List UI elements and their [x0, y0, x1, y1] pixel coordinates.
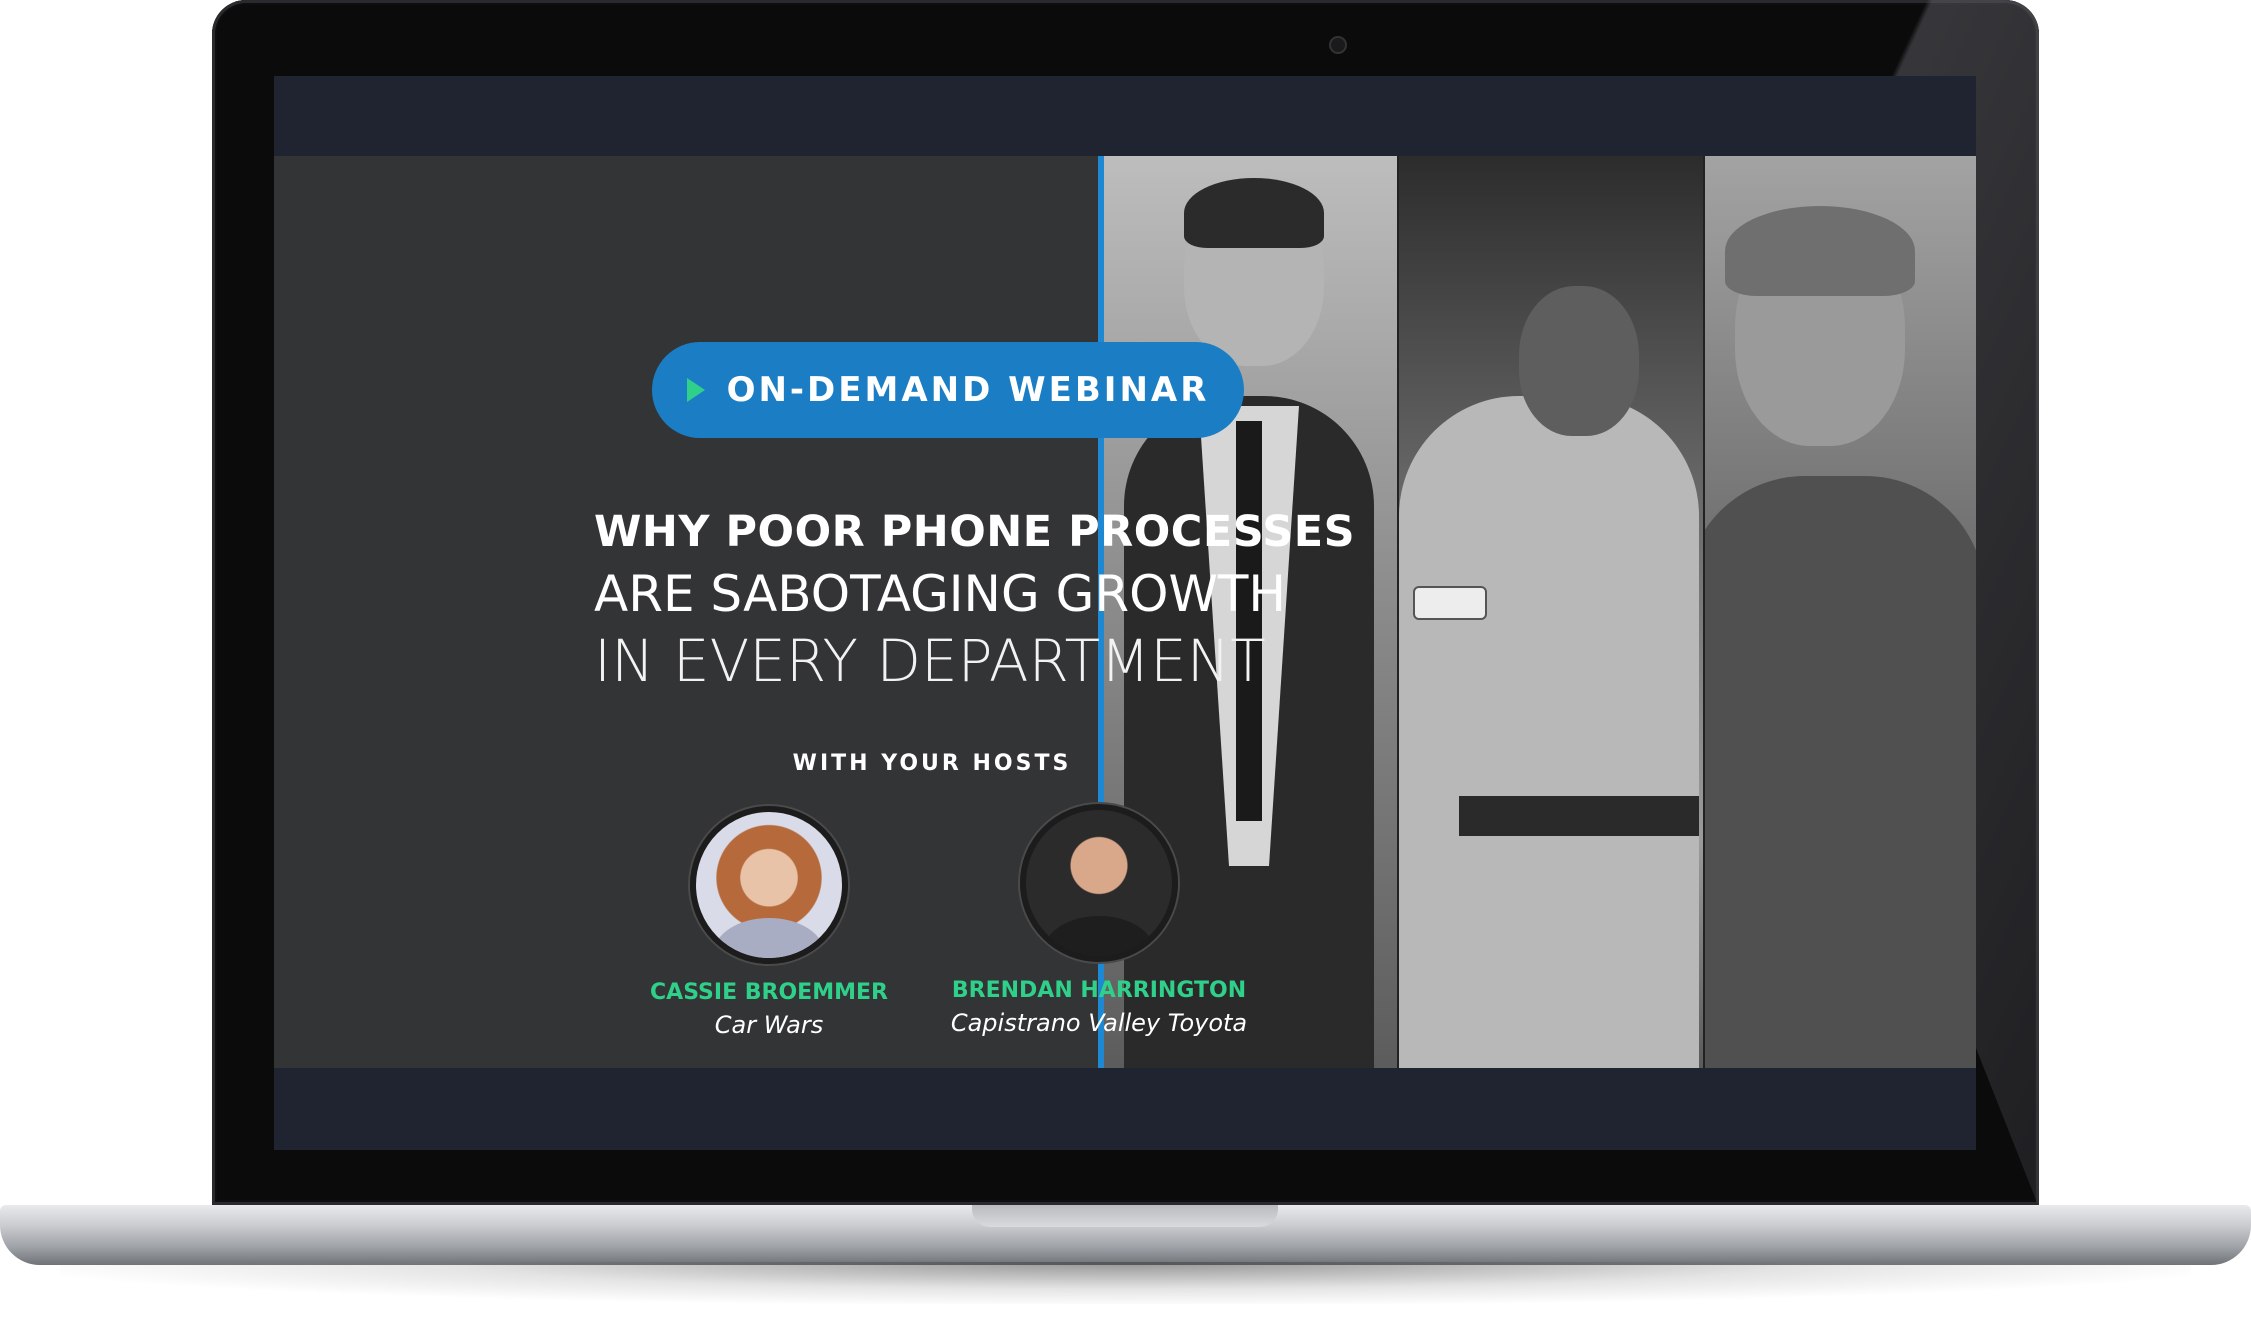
- badge-label: ON-DEMAND WEBINAR: [726, 370, 1210, 410]
- on-demand-badge[interactable]: ON-DEMAND WEBINAR: [652, 342, 1244, 438]
- host-name: CASSIE BROEMMER: [650, 980, 888, 1005]
- laptop-shadow: [60, 1262, 2191, 1304]
- host-name: BRENDAN HARRINGTON: [951, 978, 1247, 1003]
- webinar-headline: WHY POOR PHONE PROCESSES ARE SABOTAGING …: [594, 501, 1356, 697]
- laptop-mockup: ON-DEMAND WEBINAR WHY POOR PHONE PROCESS…: [0, 0, 2251, 1317]
- host-org: Car Wars: [714, 1011, 824, 1039]
- laptop-screen: ON-DEMAND WEBINAR WHY POOR PHONE PROCESS…: [274, 76, 1976, 1150]
- photo-technician: [1398, 156, 1704, 1068]
- host-card: CASSIE BROEMMER Car Wars: [634, 806, 904, 1039]
- headline-line-2: ARE SABOTAGING GROWTH: [594, 565, 1287, 623]
- headline-line-1: WHY POOR PHONE PROCESSES: [594, 507, 1356, 557]
- screen-bottom-bar: [274, 1068, 1976, 1150]
- host-card: BRENDAN HARRINGTON Capistrano Valley Toy…: [939, 804, 1259, 1037]
- hosts-title: WITH YOUR HOSTS: [792, 751, 1072, 776]
- camera-icon: [1329, 36, 1347, 54]
- avatar: [690, 806, 848, 964]
- screen-top-bar: [274, 76, 1976, 156]
- photo-worker: [1705, 156, 1976, 1068]
- host-org: Capistrano Valley Toyota: [950, 1009, 1248, 1037]
- laptop-notch: [972, 1205, 1278, 1227]
- avatar: [1020, 804, 1178, 962]
- play-icon: [686, 378, 705, 402]
- headline-line-3: IN EVERY DEPARTMENT: [594, 627, 1266, 695]
